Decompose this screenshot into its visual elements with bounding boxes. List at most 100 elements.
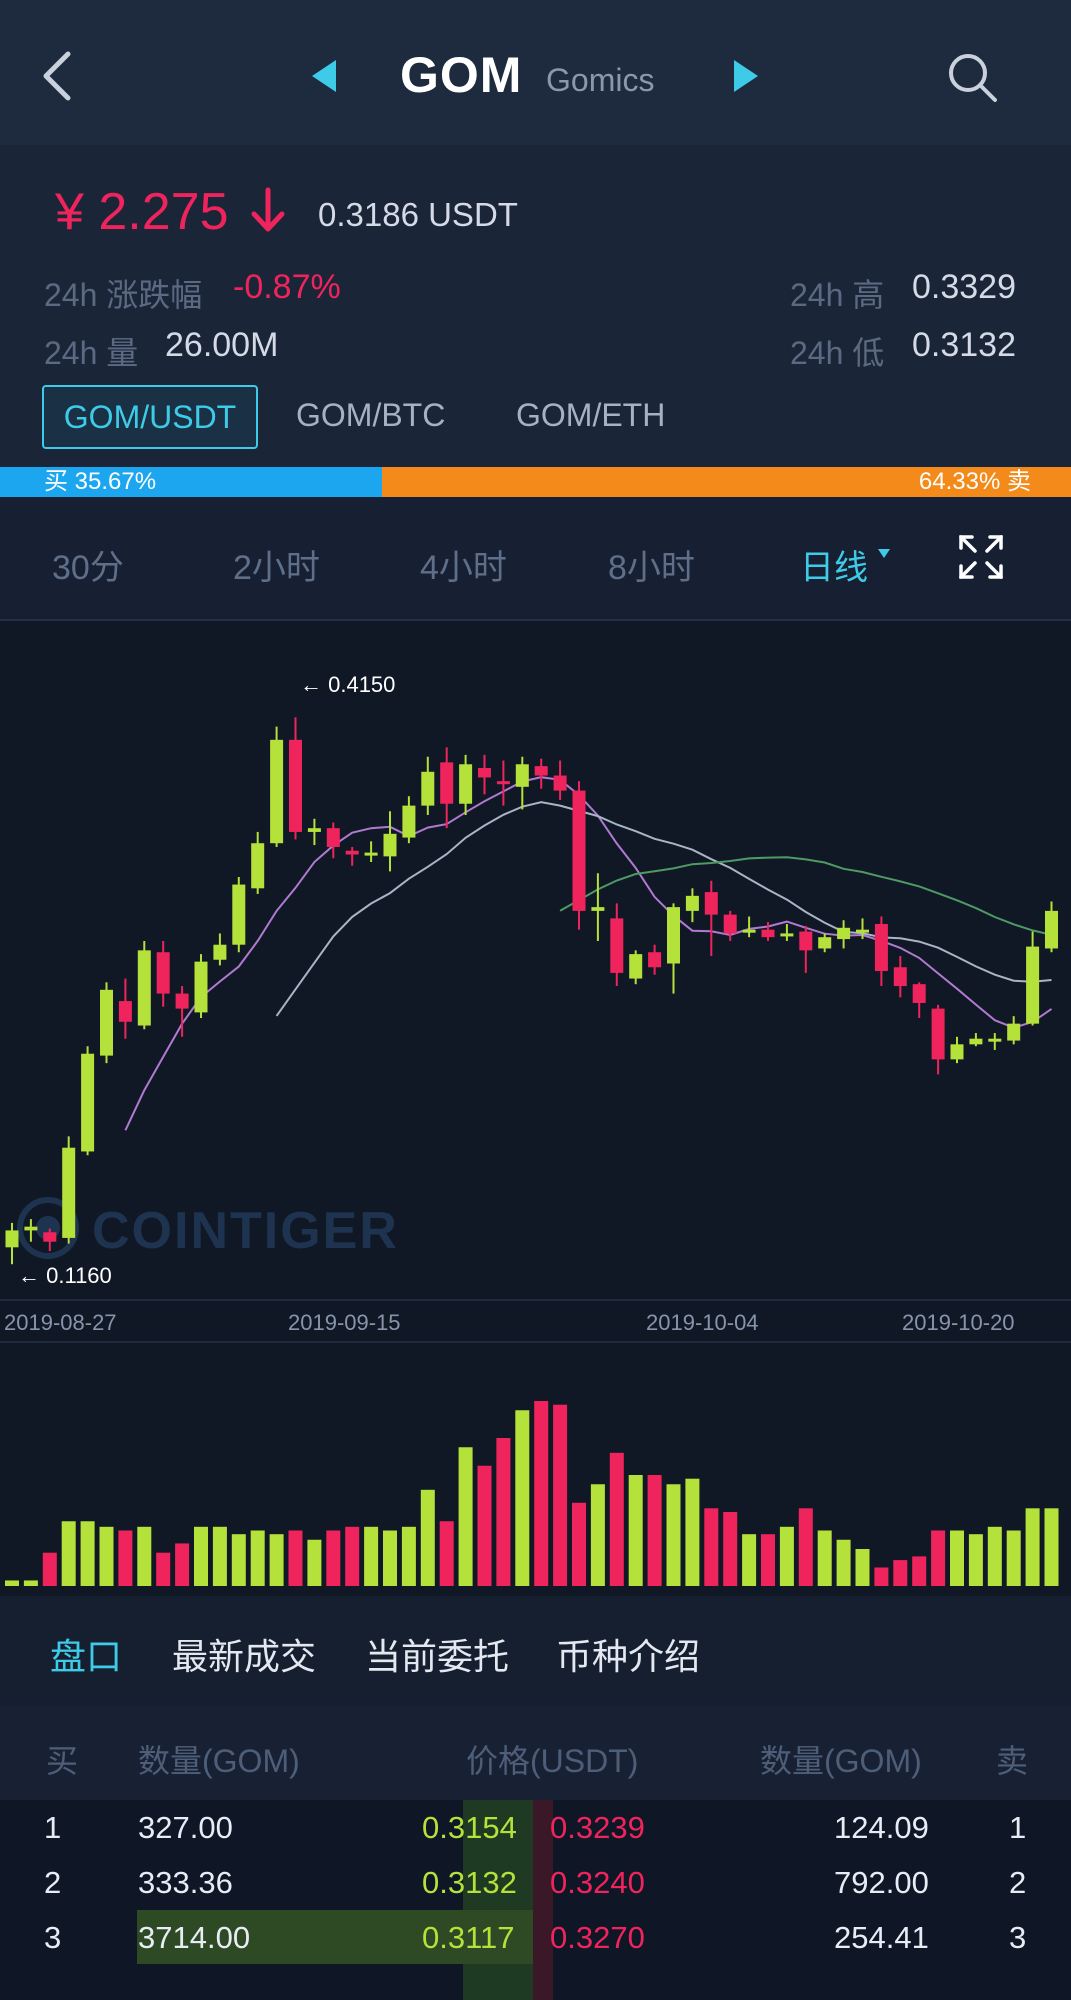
volume-bar xyxy=(212,1526,227,1586)
buy-ratio: 买 35.67% xyxy=(0,467,382,497)
candle-body xyxy=(667,907,680,964)
timeframe-4h[interactable]: 4小时 xyxy=(420,540,507,589)
volume-bar xyxy=(345,1526,360,1586)
dropdown-caret-icon xyxy=(878,549,891,558)
bid-quantity[interactable]: 333.36 xyxy=(138,1865,233,1901)
candle-body xyxy=(345,850,359,855)
candle-body xyxy=(383,833,397,857)
candle-body xyxy=(704,892,718,915)
volume-bar xyxy=(553,1404,568,1586)
search-button[interactable] xyxy=(945,50,999,104)
volume-bar xyxy=(269,1534,284,1586)
volume-bar xyxy=(5,1580,19,1586)
candle-body xyxy=(270,739,284,844)
volume-bar xyxy=(987,1526,1002,1586)
next-coin-button[interactable] xyxy=(730,58,760,94)
bid-price[interactable]: 0.3117 xyxy=(422,1920,515,1956)
ask-quantity[interactable]: 124.09 xyxy=(834,1810,929,1846)
volume-bar xyxy=(439,1521,454,1586)
ask-price[interactable]: 0.3239 xyxy=(550,1810,645,1846)
volume-bar xyxy=(364,1526,379,1586)
candle-body xyxy=(194,961,208,1013)
ask-price[interactable]: 0.3240 xyxy=(550,1865,645,1901)
price-down-arrow xyxy=(248,186,288,234)
previous-coin-button[interactable] xyxy=(310,58,340,94)
volume-bar xyxy=(647,1475,662,1586)
candle-body xyxy=(137,950,151,1026)
timeframe-daily[interactable]: 日线 xyxy=(800,540,891,589)
bid-quantity[interactable]: 327.00 xyxy=(138,1810,233,1846)
candle-body xyxy=(251,843,265,889)
candlestick-chart[interactable]: COINTIGER ← 0.4150 ← 0.1160 2019-08-27 2… xyxy=(0,621,1071,1596)
candle-body xyxy=(478,768,491,778)
low-label: 24h 低 xyxy=(790,335,885,371)
volume-bar xyxy=(855,1549,870,1586)
detail-tabs-bar xyxy=(0,1596,1071,1706)
orderbook-row-index: 2 xyxy=(44,1865,62,1900)
candle-body xyxy=(402,805,416,838)
tab-latest-trades[interactable]: 最新成交 xyxy=(172,1628,316,1680)
ask-price[interactable]: 0.3270 xyxy=(550,1920,645,1956)
tab-open-orders[interactable]: 当前委托 xyxy=(365,1628,509,1680)
orderbook-price-header: 价格(USDT) xyxy=(466,1743,639,1779)
pair-tab-gom-usdt[interactable]: GOM/USDT xyxy=(42,385,258,449)
ask-quantity[interactable]: 792.00 xyxy=(834,1865,929,1901)
arrow-down-icon xyxy=(251,187,285,232)
candle-body xyxy=(950,1044,964,1060)
volume-bar xyxy=(590,1484,605,1586)
orderbook-ask-qty-header: 数量(GOM) xyxy=(760,1743,922,1779)
volume-bar xyxy=(175,1543,190,1586)
volume-bar xyxy=(1044,1508,1059,1586)
high-label: 24h 高 xyxy=(790,277,885,313)
timeframe-bar xyxy=(0,497,1071,621)
orderbook-bid-qty-header: 数量(GOM) xyxy=(138,1743,300,1779)
fullscreen-button[interactable] xyxy=(958,534,1004,580)
candle-body xyxy=(289,739,302,832)
volume-bar xyxy=(817,1530,832,1586)
volume-bar xyxy=(458,1447,473,1586)
volume-bar xyxy=(1025,1508,1040,1586)
volume-bar xyxy=(61,1521,76,1586)
candle-body xyxy=(156,952,170,994)
volume-bar xyxy=(118,1530,133,1586)
volume-bar xyxy=(515,1410,530,1586)
pair-tab-gom-btc[interactable]: GOM/BTC xyxy=(296,385,445,445)
volume-bar xyxy=(496,1438,511,1586)
volume-bar xyxy=(950,1530,964,1586)
back-button[interactable] xyxy=(38,48,78,104)
volume-bar xyxy=(477,1465,492,1586)
bid-price[interactable]: 0.3154 xyxy=(422,1810,517,1846)
volume-bar xyxy=(42,1552,57,1586)
bid-quantity[interactable]: 3714.00 xyxy=(138,1920,250,1956)
timeframe-30m[interactable]: 30分 xyxy=(52,540,124,589)
timeframe-8h[interactable]: 8小时 xyxy=(608,540,695,589)
volume-bar xyxy=(628,1475,643,1586)
volume-bar xyxy=(893,1560,908,1586)
timeframe-2h[interactable]: 2小时 xyxy=(233,540,320,589)
volume-bar xyxy=(194,1526,208,1586)
bid-price[interactable]: 0.3132 xyxy=(422,1865,517,1901)
candle-body xyxy=(856,929,869,933)
volume-bar xyxy=(23,1580,38,1586)
pair-tab-gom-eth[interactable]: GOM/ETH xyxy=(516,385,665,445)
watermark-logo: COINTIGER xyxy=(17,1197,397,1260)
orderbook-buy-header: 买 xyxy=(46,1743,79,1779)
tab-coin-info[interactable]: 币种介绍 xyxy=(556,1628,700,1680)
candle-body xyxy=(100,989,113,1056)
candle-body xyxy=(459,764,473,804)
min-price-marker: ← 0.1160 xyxy=(18,1263,112,1288)
volume-bar xyxy=(99,1526,114,1586)
candle-body xyxy=(553,775,567,791)
volume-bar xyxy=(761,1534,775,1586)
timeframe-daily-label: 日线 xyxy=(800,549,868,587)
candle-body xyxy=(213,944,227,960)
change-label: 24h 涨跌幅 xyxy=(44,277,203,313)
tab-orderbook[interactable]: 盘口 xyxy=(50,1628,122,1680)
volume-bar xyxy=(420,1489,435,1586)
buy-sell-ratio-bar: 买 35.67% 64.33% 卖 xyxy=(0,467,1071,497)
volume-bar xyxy=(609,1452,624,1586)
candle-body xyxy=(874,924,888,972)
candle-body xyxy=(742,929,756,933)
ask-quantity[interactable]: 254.41 xyxy=(834,1920,929,1956)
volume-bar xyxy=(307,1539,322,1586)
